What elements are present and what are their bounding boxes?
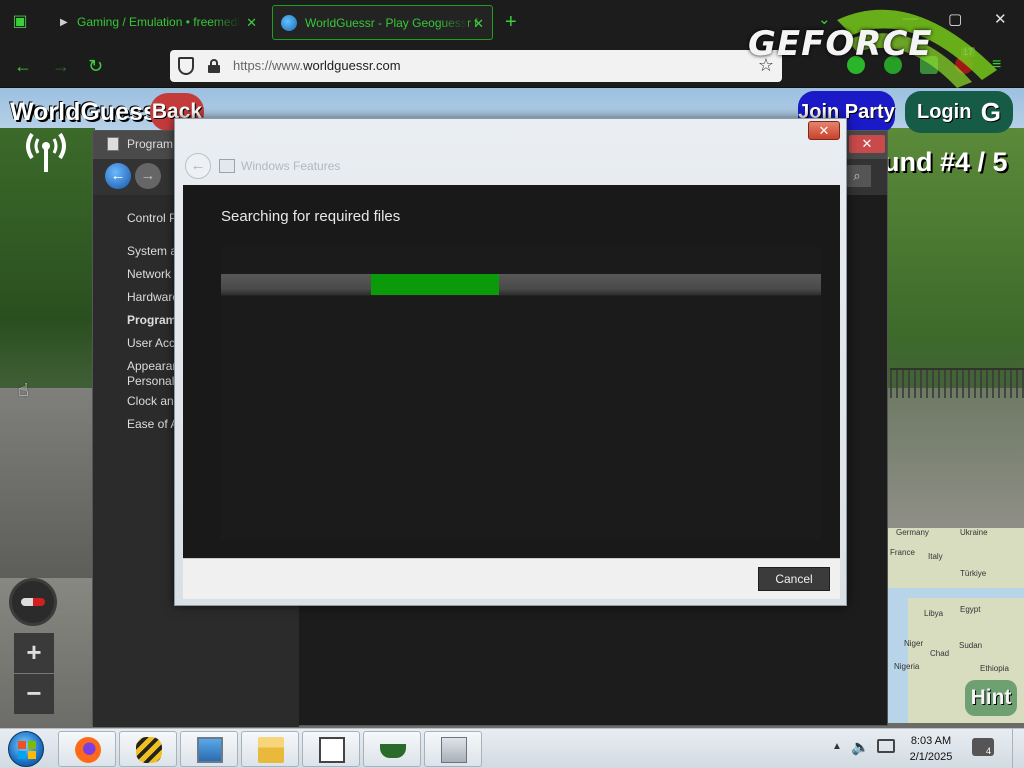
dialog-title: Windows Features: [241, 159, 341, 173]
sidebar-item-programs[interactable]: Program: [127, 313, 176, 328]
close-tab-icon[interactable]: ✕: [246, 5, 257, 40]
lock-icon[interactable]: [208, 59, 220, 73]
map-label: Sudan: [959, 641, 983, 650]
url-text[interactable]: https://www.worldguessr.com: [233, 58, 401, 73]
new-tab-button[interactable]: +: [505, 10, 517, 34]
forward-arrow-icon[interactable]: →: [135, 163, 161, 189]
windows-features-dialog: ✕ ← Windows Features Searching for requi…: [174, 118, 847, 606]
control-panel-title: Program: [127, 137, 174, 151]
hand-cursor-icon: ☝: [18, 380, 29, 400]
map-label: Türkiye: [960, 569, 987, 578]
map-label: Germany: [896, 528, 929, 537]
google-icon: G: [980, 97, 1001, 127]
taskbar-explorer[interactable]: [241, 731, 299, 767]
bee-icon: [136, 737, 162, 763]
dialog-footer: Cancel: [183, 558, 840, 599]
back-arrow-icon[interactable]: ←: [14, 54, 32, 78]
start-button[interactable]: [8, 731, 44, 767]
control-panel-icon: [107, 137, 119, 151]
round-indicator: und #4 / 5: [883, 147, 1008, 177]
taskbar-firefox[interactable]: [58, 731, 116, 767]
show-desktop-button[interactable]: [1012, 729, 1024, 768]
sidebar-item-hardware[interactable]: Hardware: [127, 290, 179, 305]
geforce-overlay-text: GEFORCE: [748, 24, 933, 64]
multiplayer-antenna-icon[interactable]: [18, 126, 74, 174]
back-arrow-icon[interactable]: ←: [105, 163, 131, 189]
progress-bar: [221, 274, 821, 296]
clock-date: 2/1/2025: [909, 751, 953, 763]
zoom-in-button[interactable]: +: [14, 633, 54, 673]
map-label: Egypt: [960, 605, 981, 614]
windows-logo-icon: [18, 741, 36, 759]
close-icon[interactable]: ✕: [808, 121, 840, 140]
taskbar-remote-desktop[interactable]: [180, 731, 238, 767]
network-icon[interactable]: [877, 739, 895, 753]
show-hidden-icons-icon[interactable]: ▲: [832, 741, 842, 752]
shield-icon[interactable]: [178, 57, 194, 75]
map-label: Italy: [928, 552, 943, 561]
clock-time: 8:03 AM: [910, 735, 952, 747]
folder-icon: [258, 737, 284, 763]
map-label: France: [890, 548, 915, 557]
map-label: Chad: [930, 649, 950, 658]
boat-icon: [380, 744, 406, 758]
map-label: Libya: [924, 609, 944, 618]
taskbar-program[interactable]: [424, 731, 482, 767]
globe-icon: [281, 15, 297, 31]
game-title: WorldGuessr: [10, 98, 167, 126]
taskbar-bee-app[interactable]: [119, 731, 177, 767]
taskbar: ▲ 🔈 8:03 AM 2/1/2025 4: [0, 728, 1024, 768]
sidebar-item-user-accounts[interactable]: User Acc: [127, 336, 175, 351]
sidebar-item-network[interactable]: Network: [127, 267, 171, 282]
tab-worldguessr[interactable]: WorldGuessr - Play Geoguessr f ✕: [272, 5, 493, 40]
cancel-button[interactable]: Cancel: [758, 567, 830, 591]
program-icon: [441, 737, 467, 763]
document-icon: [319, 737, 345, 763]
reload-icon[interactable]: ↻: [88, 54, 103, 78]
login-button[interactable]: Login G: [905, 91, 1013, 133]
close-icon[interactable]: ✕: [849, 135, 885, 153]
map-label: Ethiopia: [980, 664, 1009, 673]
sidebar-item-appearance[interactable]: Appearan: [127, 359, 179, 374]
sidebar-item-personalization[interactable]: Personali: [127, 374, 177, 389]
status-text: Searching for required files: [221, 208, 401, 225]
login-label: Login: [917, 101, 972, 123]
forward-arrow-icon[interactable]: →: [52, 54, 70, 78]
url-bar[interactable]: https://www.worldguessr.com ☆: [170, 50, 782, 82]
volume-icon[interactable]: 🔈: [851, 738, 870, 756]
sidebar-item-control-panel-home[interactable]: Control P: [127, 211, 177, 226]
compass-icon[interactable]: [9, 578, 57, 626]
map-label: Nigeria: [894, 662, 920, 671]
back-arrow-icon[interactable]: ←: [185, 153, 211, 179]
windows-features-icon: [219, 159, 235, 173]
action-center-icon[interactable]: 4: [972, 738, 994, 756]
zoom-out-button[interactable]: −: [14, 674, 54, 714]
hint-button[interactable]: Hint: [965, 680, 1017, 716]
sidebar-item-clock[interactable]: Clock and: [127, 394, 180, 409]
map-label: Ukraine: [960, 528, 988, 537]
taskbar-boat-app[interactable]: [363, 731, 421, 767]
remote-desktop-icon: [197, 737, 223, 763]
search-icon[interactable]: ⌕: [843, 165, 871, 187]
tab-list-icon[interactable]: ▣: [8, 10, 32, 34]
close-tab-icon[interactable]: ✕: [473, 6, 484, 39]
firefox-icon: [75, 737, 101, 763]
map-label: Niger: [904, 639, 924, 648]
clock[interactable]: 8:03 AM 2/1/2025: [905, 733, 957, 765]
tab-gaming-emulation[interactable]: ▶ Gaming / Emulation • freemedi ✕: [50, 5, 265, 40]
dialog-content: Searching for required files: [183, 185, 840, 558]
dialog-header: ← Windows Features: [183, 149, 840, 185]
play-icon: ▶: [60, 17, 68, 28]
progress-bar-fill: [371, 274, 499, 295]
sidebar-item-system[interactable]: System a: [127, 244, 177, 259]
sidebar-item-ease-of-access[interactable]: Ease of A: [127, 417, 178, 432]
taskbar-document-viewer[interactable]: [302, 731, 360, 767]
